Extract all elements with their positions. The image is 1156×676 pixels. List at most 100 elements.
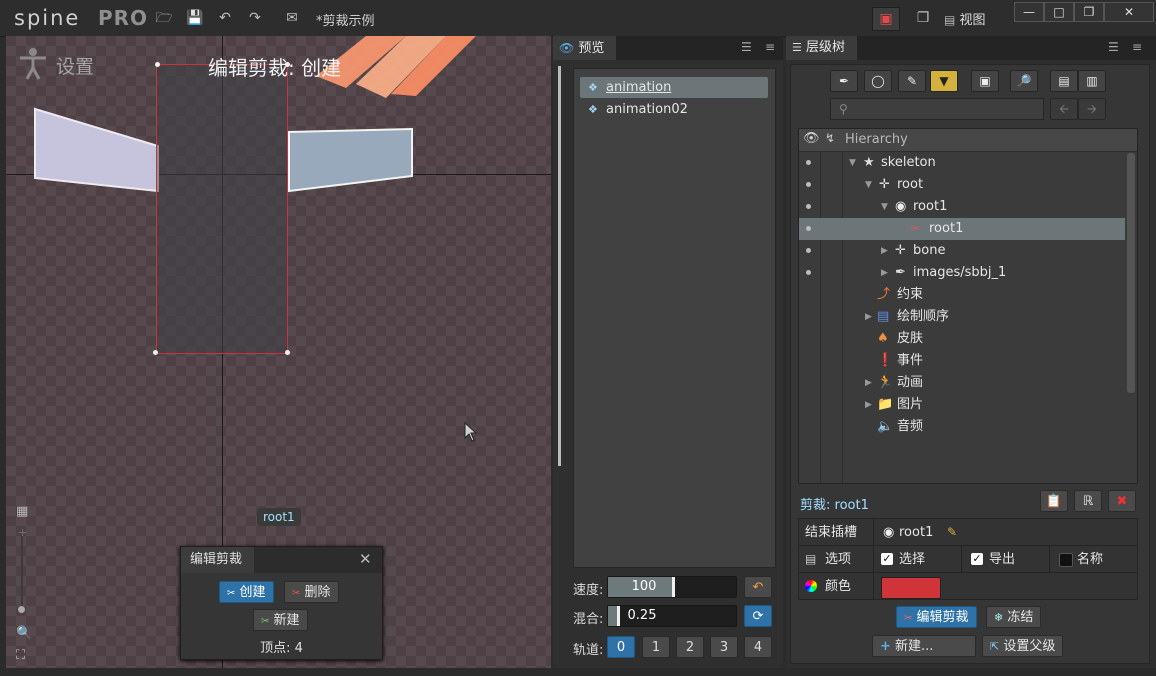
clipping-polygon[interactable] [156, 64, 288, 354]
tree-row-events[interactable]: ❗ 事件 [799, 350, 1125, 372]
tab-preview[interactable]: 👁 预览 [553, 36, 617, 60]
expand-triangle-icon[interactable]: ▼ [849, 152, 856, 174]
visibility-dot[interactable] [806, 248, 811, 253]
bone-column-icon[interactable]: ↯ [825, 131, 835, 145]
collapse-all-icon[interactable]: ▤ [1050, 70, 1078, 92]
collapse-triangle-icon[interactable]: ▶ [881, 262, 888, 284]
tree-scrollbar[interactable] [1127, 153, 1135, 393]
track-button-2[interactable]: 2 [676, 636, 704, 658]
clip-vertex-handle[interactable] [285, 350, 290, 355]
brush-filter-icon[interactable]: ✒ [830, 70, 858, 92]
view-menu[interactable]: ▤ 视图 [944, 9, 986, 28]
visibility-dot[interactable] [806, 204, 811, 209]
list-item[interactable]: ❖ animation02 [580, 99, 768, 120]
open-folder-icon[interactable]: 🗁 [153, 7, 175, 29]
tree-row-images[interactable]: ▶ ✒ images/sbbj_1 [799, 262, 1125, 284]
track-button-4[interactable]: 4 [744, 636, 772, 658]
previous-arrow-icon[interactable]: 🡨 [1050, 98, 1078, 120]
funnel-filter-icon[interactable]: ▼ [930, 70, 958, 92]
color-swatch[interactable] [881, 577, 941, 599]
name-checkbox[interactable] [1059, 553, 1073, 567]
circle-filter-icon[interactable]: ◯ [864, 70, 892, 92]
export-checkbox[interactable]: ✓ [971, 553, 983, 565]
maximize-button[interactable]: □ [1044, 2, 1074, 22]
rename-icon[interactable]: ℝ [1074, 490, 1102, 512]
tree-row-audio[interactable]: 🔈 音频 [799, 416, 1125, 438]
menu-icon[interactable]: ≡ [1132, 40, 1142, 54]
track-button-0[interactable]: 0 [607, 636, 635, 658]
collapse-triangle-icon[interactable]: ▶ [881, 240, 888, 262]
tree-row-constraints[interactable]: ⤴ 约束 [799, 284, 1125, 306]
track-button-1[interactable]: 1 [642, 636, 670, 658]
zoom-in-icon[interactable]: + [18, 526, 27, 539]
parent-icon: ⇱ [990, 640, 1000, 653]
set-parent-button[interactable]: ⇱ 设置父级 [982, 635, 1064, 657]
focus-icon[interactable]: ▣ [971, 70, 999, 92]
expand-triangle-icon[interactable]: ▼ [865, 174, 872, 196]
create-clip-button[interactable]: ✂ 创建 [219, 581, 274, 603]
zoom-slider[interactable] [21, 530, 23, 610]
reset-speed-button[interactable]: ↶ [744, 576, 772, 598]
tree-row-animations[interactable]: ▶ 🏃 动画 [799, 372, 1125, 394]
edit-clipping-button[interactable]: ✂ 编辑剪裁 [896, 606, 977, 628]
pen-filter-icon[interactable]: ✎ [898, 70, 926, 92]
visibility-column-icon[interactable]: 👁 [803, 131, 820, 146]
zoom-slider-knob[interactable] [18, 606, 25, 613]
speed-slider[interactable]: 100 [607, 576, 737, 598]
end-slot-value[interactable]: root1 [899, 519, 933, 546]
clip-vertex-handle[interactable] [153, 350, 158, 355]
close-window-button[interactable]: ✕ [1104, 2, 1154, 22]
visibility-dot[interactable] [806, 270, 811, 275]
collapse-triangle-icon[interactable]: ▶ [865, 372, 872, 394]
tab-tree[interactable]: ☰ 层级树 [786, 36, 858, 60]
tree-row-clipping[interactable]: ✂ root1 [799, 218, 1125, 240]
panel-splitter[interactable] [558, 66, 561, 466]
new-clip-button[interactable]: ✂ 新建 [253, 609, 308, 631]
search-input[interactable]: ⚲ [830, 98, 1044, 120]
collapse-triangle-icon[interactable]: ▶ [865, 394, 872, 416]
delete-clip-button[interactable]: ✂ 删除 [284, 581, 339, 603]
mix-slider[interactable]: 0.25 [607, 605, 737, 627]
expand-all-icon[interactable]: ▥ [1078, 70, 1106, 92]
clip-vertex-handle[interactable] [155, 62, 160, 67]
track-button-3[interactable]: 3 [710, 636, 738, 658]
zoom-icon[interactable]: 🔍 [16, 626, 32, 641]
tree-row-bone[interactable]: ▶ ✛ bone [799, 240, 1125, 262]
pencil-icon[interactable]: ✎ [947, 519, 957, 546]
settings-sliders-icon[interactable]: ☰ [1108, 40, 1119, 54]
undo-icon[interactable]: ↶ [214, 7, 236, 29]
new-button[interactable]: + 新建... [872, 635, 976, 657]
skin-icon: ♠ [877, 331, 889, 346]
tree-row-skeleton[interactable]: ▼ ★ skeleton [799, 152, 1125, 174]
visibility-dot[interactable] [806, 226, 811, 231]
windows-icon[interactable]: ❐ [912, 7, 934, 29]
select-checkbox[interactable]: ✓ [881, 553, 893, 565]
tree-row-root[interactable]: ▼ ✛ root [799, 174, 1125, 196]
restore-button[interactable]: ❐ [1074, 2, 1104, 22]
settings-sliders-icon[interactable]: ☰ [741, 40, 752, 54]
expand-triangle-icon[interactable]: ▼ [881, 196, 888, 218]
tree-row-images-folder[interactable]: ▶ 📁 图片 [799, 394, 1125, 416]
freeze-button[interactable]: ❄ 冻结 [986, 606, 1042, 628]
minimize-button[interactable]: — [1014, 2, 1044, 22]
bounding-box-icon[interactable]: ▣ [872, 7, 900, 31]
list-item[interactable]: ❖ animation [580, 77, 768, 98]
fit-frame-icon[interactable]: ▦ [16, 504, 28, 519]
collapse-triangle-icon[interactable]: ▶ [865, 306, 872, 328]
copy-icon[interactable]: 📋 [1040, 490, 1068, 512]
delete-icon[interactable]: ✖ [1108, 490, 1136, 512]
tree-row-slot[interactable]: ▼ ◉ root1 [799, 196, 1125, 218]
mail-icon[interactable]: ✉ [281, 7, 303, 29]
menu-icon[interactable]: ≡ [765, 40, 775, 54]
visibility-dot[interactable] [806, 182, 811, 187]
save-icon[interactable]: 💾 [184, 7, 206, 29]
find-icon[interactable]: 🔎 [1010, 70, 1038, 92]
fullscreen-icon[interactable]: ⛶ [16, 648, 25, 663]
tree-row-skins[interactable]: ♠ 皮肤 [799, 328, 1125, 350]
close-icon[interactable]: ✕ [359, 550, 372, 568]
next-arrow-icon[interactable]: 🡪 [1078, 98, 1106, 120]
visibility-dot[interactable] [806, 160, 811, 165]
tree-row-draw-order[interactable]: ▶ ▤ 绘制顺序 [799, 306, 1125, 328]
redo-icon[interactable]: ↷ [244, 7, 266, 29]
loop-button[interactable]: ⟳ [744, 605, 772, 627]
